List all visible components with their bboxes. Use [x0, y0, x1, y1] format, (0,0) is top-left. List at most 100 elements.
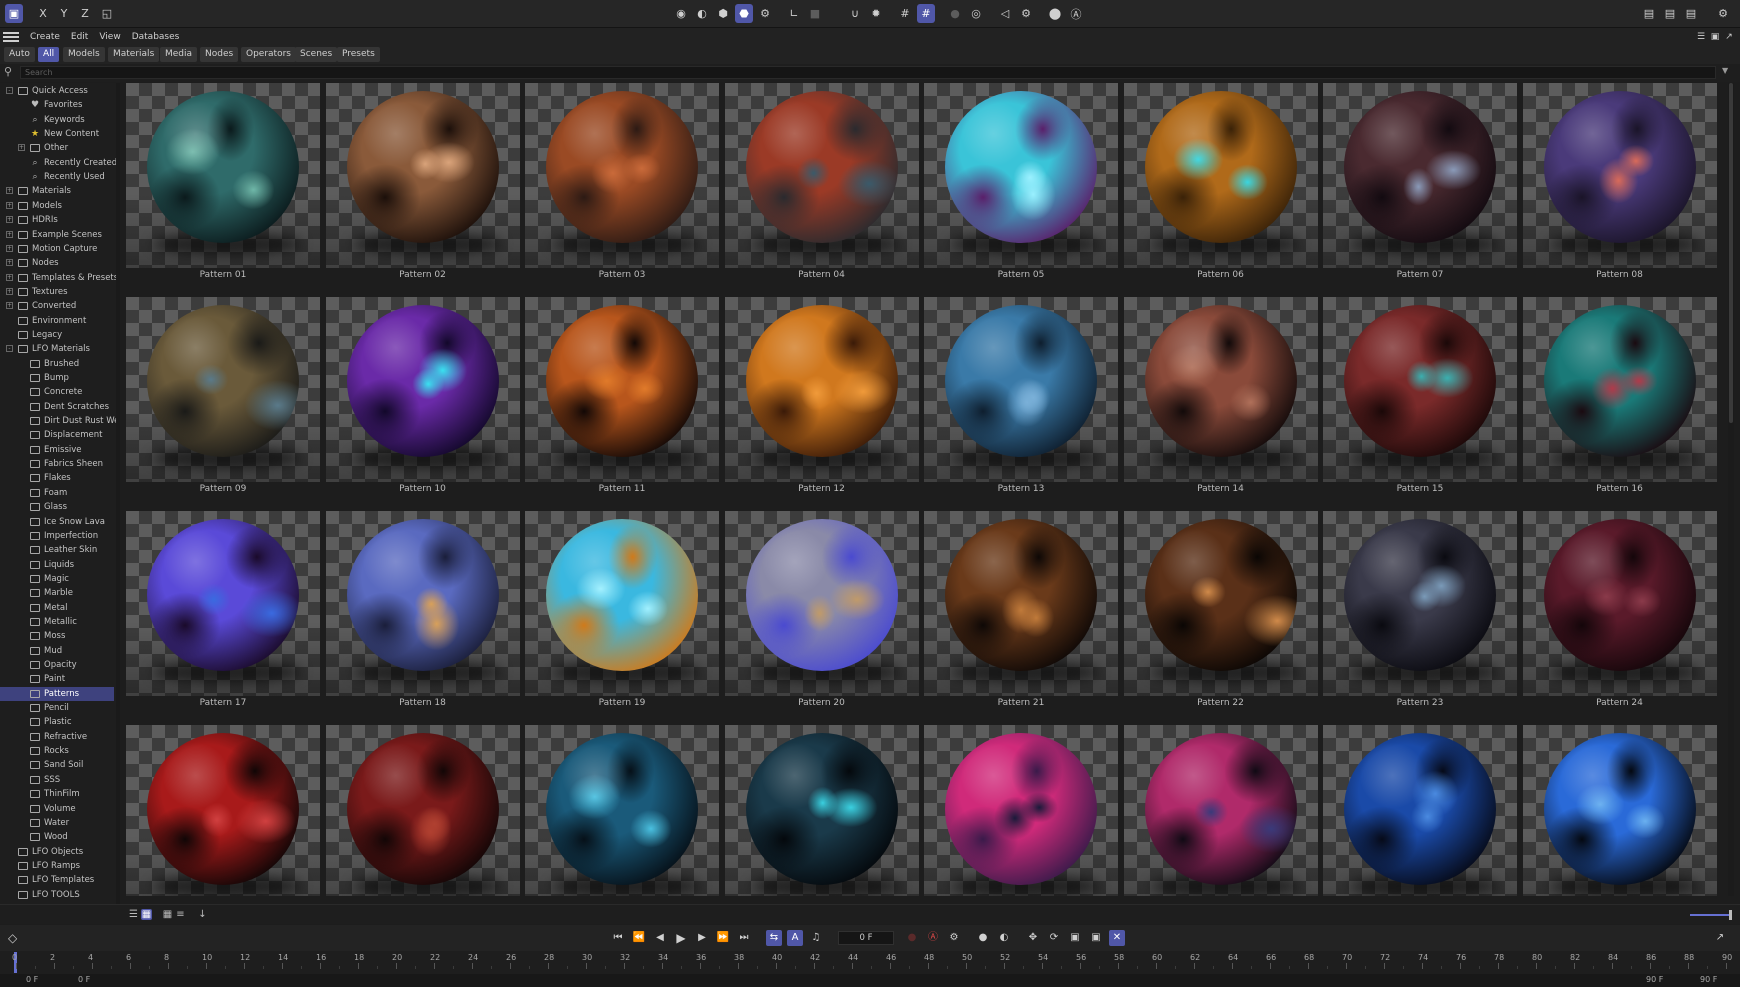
- hamburger-menu-icon[interactable]: [3, 32, 19, 42]
- asset-tile[interactable]: Pattern 32: [1522, 725, 1717, 896]
- asset-thumbnail[interactable]: [325, 725, 520, 896]
- range-end-field-2[interactable]: 90 F: [1700, 975, 1717, 984]
- tree-item-environment[interactable]: Environment: [0, 314, 114, 328]
- tree-item-models[interactable]: + Models: [0, 199, 114, 213]
- tree-item-concrete[interactable]: Concrete: [0, 385, 114, 399]
- tree-item-plastic[interactable]: Plastic: [0, 715, 114, 729]
- expand-icon[interactable]: +: [6, 216, 13, 224]
- asset-tile[interactable]: Pattern 13: [924, 297, 1118, 500]
- snap-settings-icon[interactable]: ✹: [867, 4, 885, 23]
- asset-tile[interactable]: Pattern 23: [1323, 511, 1517, 714]
- filter-tab-all[interactable]: All: [38, 47, 60, 62]
- play-icon[interactable]: ▶: [673, 930, 689, 946]
- expand-icon[interactable]: +: [6, 201, 13, 209]
- tree-item-displacement[interactable]: Displacement: [0, 428, 114, 442]
- asset-thumbnail[interactable]: [1323, 83, 1517, 268]
- expand-icon[interactable]: +: [18, 144, 25, 152]
- asset-tile[interactable]: Pattern 03: [525, 83, 719, 286]
- tree-item-imperfection[interactable]: Imperfection: [0, 529, 114, 543]
- clapper-icon[interactable]: ▤: [1640, 4, 1658, 23]
- asset-tile[interactable]: Pattern 14: [1123, 297, 1318, 500]
- expand-icon[interactable]: ↗: [1720, 28, 1738, 46]
- tree-item-marble[interactable]: Marble: [0, 586, 114, 600]
- expand-icon[interactable]: +: [6, 230, 13, 238]
- tree-item-emissive[interactable]: Emissive: [0, 443, 114, 457]
- loop-icon[interactable]: ⇆: [766, 930, 782, 946]
- asset-tile[interactable]: Pattern 17: [126, 511, 320, 714]
- range-end-field[interactable]: 90 F: [1646, 975, 1663, 984]
- tree-item-metallic[interactable]: Metallic: [0, 615, 114, 629]
- keyframe-mode-icon[interactable]: ●: [975, 930, 991, 946]
- param-key-icon[interactable]: ▣: [1088, 930, 1104, 946]
- asset-thumbnail[interactable]: [325, 297, 520, 482]
- asset-tile[interactable]: Pattern 12: [724, 297, 919, 500]
- next-frame-icon[interactable]: ▶: [694, 930, 710, 946]
- asset-thumbnail[interactable]: [325, 511, 520, 696]
- asset-thumbnail[interactable]: [1522, 511, 1717, 696]
- prev-key-icon[interactable]: ⏪: [631, 930, 647, 946]
- tree-item-leather-skin[interactable]: Leather Skin: [0, 543, 114, 557]
- symmetry-settings-icon[interactable]: ⚙: [1017, 4, 1035, 23]
- coordinate-system-icon[interactable]: ◱: [98, 4, 116, 23]
- search-input[interactable]: Search: [20, 66, 1716, 79]
- current-frame-field[interactable]: 0 F: [838, 931, 894, 945]
- asset-tile[interactable]: Pattern 01: [126, 83, 320, 286]
- asset-thumbnail[interactable]: [724, 297, 919, 482]
- asset-tile[interactable]: Pattern 07: [1323, 83, 1517, 286]
- asset-tile[interactable]: Pattern 08: [1522, 83, 1717, 286]
- auto-icon[interactable]: Ⓐ: [1067, 4, 1085, 23]
- asset-thumbnail[interactable]: [1522, 83, 1717, 268]
- asset-tile[interactable]: Pattern 30: [1123, 725, 1318, 896]
- tree-item-refractive[interactable]: Refractive: [0, 730, 114, 744]
- expand-icon[interactable]: +: [6, 287, 13, 295]
- goto-start-icon[interactable]: ⏮: [610, 930, 626, 946]
- menu-view[interactable]: View: [99, 32, 120, 42]
- tree-item-paint[interactable]: Paint: [0, 672, 114, 686]
- collapse-icon[interactable]: -: [6, 87, 13, 94]
- asset-thumbnail[interactable]: [126, 511, 320, 696]
- tree-item-materials[interactable]: + Materials: [0, 184, 114, 198]
- tree-item-flakes[interactable]: Flakes: [0, 471, 114, 485]
- autokey-icon[interactable]: Ⓐ: [925, 930, 941, 946]
- model-mode-icon[interactable]: ◉: [672, 4, 690, 23]
- search-dropdown-icon[interactable]: ▼: [1722, 66, 1728, 75]
- tree-item-wood[interactable]: Wood: [0, 830, 114, 844]
- asset-thumbnail[interactable]: [126, 297, 320, 482]
- expand-icon[interactable]: +: [6, 244, 13, 252]
- list-view-icon[interactable]: ☰: [128, 909, 139, 920]
- asset-tile[interactable]: Pattern 20: [724, 511, 919, 714]
- target-icon[interactable]: ◎: [967, 4, 985, 23]
- asset-thumbnail[interactable]: [1123, 725, 1318, 896]
- tree-item-foam[interactable]: Foam: [0, 486, 114, 500]
- tree-item-textures[interactable]: + Textures: [0, 285, 114, 299]
- asset-thumbnail[interactable]: [924, 511, 1118, 696]
- grid-icon[interactable]: #: [896, 4, 914, 23]
- tree-item-lfo-materials[interactable]: - LFO Materials: [0, 342, 114, 356]
- solo-icon[interactable]: ■: [806, 4, 824, 23]
- asset-tile[interactable]: Pattern 26: [325, 725, 520, 896]
- asset-tile[interactable]: Pattern 27: [525, 725, 719, 896]
- asset-tile[interactable]: Pattern 19: [525, 511, 719, 714]
- filter-tab-scenes[interactable]: Scenes: [295, 47, 338, 62]
- asset-tile[interactable]: Pattern 06: [1123, 83, 1318, 286]
- tree-item-quick-access[interactable]: - Quick Access: [0, 84, 114, 98]
- filter-tab-materials[interactable]: Materials: [108, 47, 160, 62]
- x-axis-toggle[interactable]: X: [34, 4, 52, 23]
- texture-mode-icon[interactable]: ⚙: [756, 4, 774, 23]
- asset-thumbnail[interactable]: [1522, 297, 1717, 482]
- workplane-icon[interactable]: #: [917, 4, 935, 23]
- expand-icon[interactable]: +: [6, 302, 13, 310]
- tree-item-recently-created[interactable]: ⌕ Recently Created: [0, 156, 116, 170]
- tree-item-favorites[interactable]: ♥ Favorites: [0, 98, 114, 112]
- rotate-key-icon[interactable]: ⟳: [1046, 930, 1062, 946]
- tree-item-lfo-objects[interactable]: LFO Objects: [0, 845, 114, 859]
- asset-thumbnail[interactable]: [924, 725, 1118, 896]
- asset-tile[interactable]: Pattern 04: [724, 83, 919, 286]
- asset-tile[interactable]: Pattern 10: [325, 297, 520, 500]
- grid-scrollbar[interactable]: [1728, 83, 1734, 896]
- tree-item-water[interactable]: Water: [0, 816, 114, 830]
- render-settings-icon[interactable]: ▤: [1682, 4, 1700, 23]
- tree-item-ice-snow-lava[interactable]: Ice Snow Lava: [0, 515, 114, 529]
- symmetry-icon[interactable]: ◁: [996, 4, 1014, 23]
- tree-item-bump[interactable]: Bump: [0, 371, 114, 385]
